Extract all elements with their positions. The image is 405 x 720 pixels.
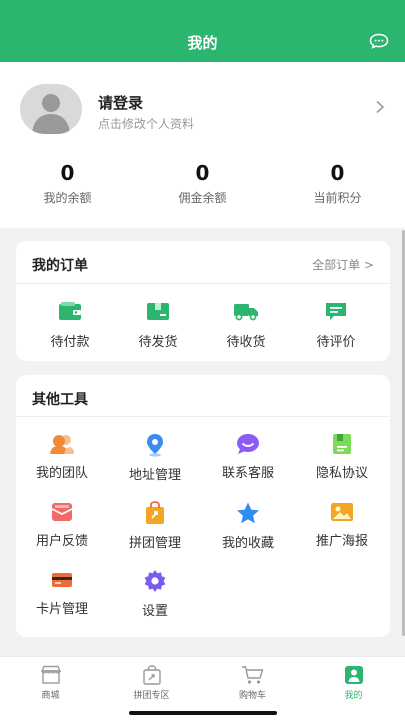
tab-group-buy[interactable]: 拼团专区 xyxy=(101,665,202,701)
home-indicator xyxy=(129,711,277,715)
stat-label: 我的余额 xyxy=(43,191,92,205)
tab-mine[interactable]: 我的 xyxy=(303,665,404,701)
order-label: 待评价 xyxy=(316,335,356,350)
default-avatar-icon xyxy=(32,94,70,134)
document-icon xyxy=(333,434,351,454)
tool-customer-service[interactable]: 联系客服 xyxy=(204,433,292,481)
stat-label: 当前积分 xyxy=(313,191,362,205)
order-pending-shipment[interactable]: 待发货 xyxy=(118,301,198,350)
tool-poster[interactable]: 推广海报 xyxy=(298,501,386,549)
order-label: 待付款 xyxy=(50,335,90,350)
tab-label: 我的 xyxy=(344,691,363,701)
order-pending-payment[interactable]: 待付款 xyxy=(30,301,110,350)
tool-label: 拼团管理 xyxy=(128,536,181,551)
divider xyxy=(16,283,390,284)
profile-section: 请登录 点击修改个人资料 0 我的余额 0 佣金余额 0 当前积分 xyxy=(0,62,405,228)
stats-row: 0 我的余额 0 佣金余额 0 当前积分 xyxy=(0,160,405,210)
order-pending-review[interactable]: 待评价 xyxy=(296,301,376,350)
all-orders-link[interactable]: 全部订单 > xyxy=(312,256,374,273)
location-icon xyxy=(147,434,163,457)
tool-label: 隐私协议 xyxy=(315,466,368,481)
message-icon[interactable] xyxy=(369,33,389,49)
user-icon xyxy=(344,666,363,684)
stat-label: 佣金余额 xyxy=(178,191,227,205)
tool-my-team[interactable]: 我的团队 xyxy=(18,433,106,481)
stat-value: 0 xyxy=(60,161,75,185)
chat-bubble-icon xyxy=(237,434,259,454)
truck-icon xyxy=(234,304,258,321)
order-label: 待收货 xyxy=(226,335,266,350)
group-bag-icon xyxy=(142,665,161,685)
tool-label: 推广海报 xyxy=(315,534,368,549)
gear-icon xyxy=(144,570,166,592)
tab-label: 拼团专区 xyxy=(133,691,170,701)
edit-profile-hint[interactable]: 点击修改个人资料 xyxy=(98,115,194,132)
stat-balance[interactable]: 0 我的余额 xyxy=(0,160,135,206)
login-prompt[interactable]: 请登录 xyxy=(98,92,143,113)
card-icon xyxy=(52,573,72,587)
tab-store[interactable]: 商城 xyxy=(0,665,101,701)
chevron-right-icon[interactable] xyxy=(375,100,385,114)
tool-label: 地址管理 xyxy=(128,468,181,483)
tool-group-buy[interactable]: 拼团管理 xyxy=(111,501,199,551)
tool-label: 用户反馈 xyxy=(35,534,88,549)
team-icon xyxy=(50,435,74,454)
tool-label: 卡片管理 xyxy=(35,602,88,617)
cart-icon xyxy=(241,666,263,684)
group-buy-icon xyxy=(146,501,164,524)
feedback-icon xyxy=(51,503,73,521)
tool-privacy[interactable]: 隐私协议 xyxy=(298,433,386,481)
tool-favorites[interactable]: 我的收藏 xyxy=(204,501,292,551)
store-icon xyxy=(40,665,61,684)
top-header: 我的 xyxy=(0,0,405,62)
tools-card: 其他工具 我的团队 地址管理 联系客服 隐私协议 用户反馈 拼团管理 我的收藏 … xyxy=(16,375,390,637)
star-icon xyxy=(237,502,259,524)
orders-title: 我的订单 xyxy=(32,258,88,274)
stat-commission[interactable]: 0 佣金余额 xyxy=(135,160,270,206)
poster-icon xyxy=(331,503,353,521)
avatar[interactable] xyxy=(20,84,82,134)
comment-icon xyxy=(326,303,346,320)
tab-label: 购物车 xyxy=(238,691,266,701)
tool-settings[interactable]: 设置 xyxy=(111,569,199,619)
stat-value: 0 xyxy=(195,161,210,185)
tool-feedback[interactable]: 用户反馈 xyxy=(18,501,106,549)
box-icon xyxy=(147,303,169,320)
tool-label: 联系客服 xyxy=(221,466,274,481)
wallet-icon xyxy=(59,302,81,320)
tool-address[interactable]: 地址管理 xyxy=(111,433,199,483)
tab-label: 商城 xyxy=(41,691,60,701)
page-title: 我的 xyxy=(187,34,218,52)
stat-points[interactable]: 0 当前积分 xyxy=(270,160,405,206)
tool-cards[interactable]: 卡片管理 xyxy=(18,569,106,617)
tool-label: 我的团队 xyxy=(35,466,88,481)
tool-label: 我的收藏 xyxy=(221,536,274,551)
divider xyxy=(16,416,390,417)
order-pending-receipt[interactable]: 待收货 xyxy=(206,301,286,350)
tool-label: 设置 xyxy=(141,604,168,619)
order-label: 待发货 xyxy=(138,335,178,350)
stat-value: 0 xyxy=(330,161,345,185)
orders-card: 我的订单 全部订单 > 待付款 待发货 待收货 待评价 xyxy=(16,241,390,361)
tools-title: 其他工具 xyxy=(32,392,88,408)
tab-cart[interactable]: 购物车 xyxy=(202,665,303,701)
